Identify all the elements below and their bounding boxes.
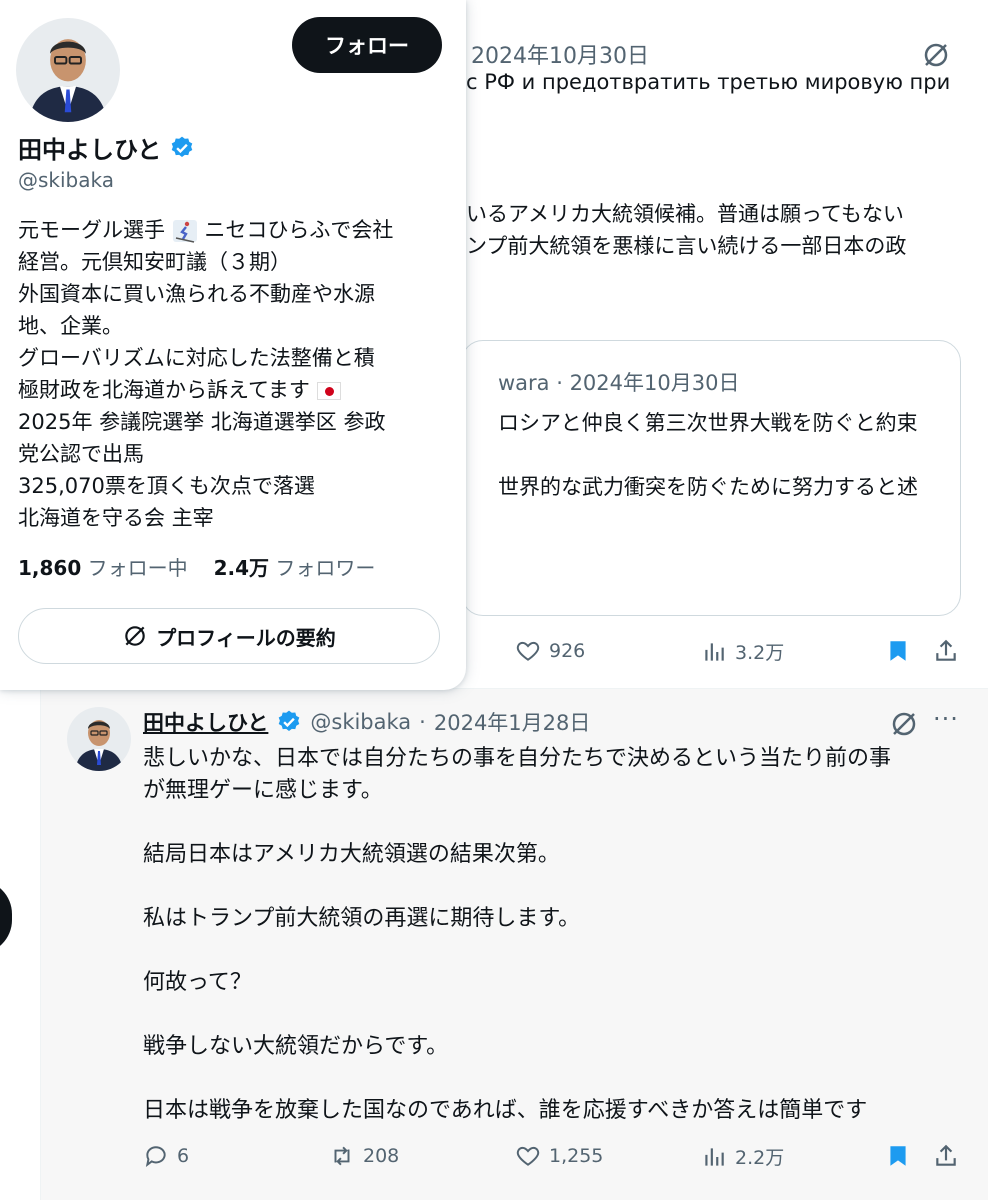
verified-badge-icon	[279, 710, 300, 731]
tweet-text-line: 悲しいかな、日本では自分たちの事を自分たちで決めるという当たり前の事	[143, 746, 892, 771]
followers-label: フォロワー	[275, 556, 376, 580]
tweet-text-line: ンプ前大統領を悪様に言い続ける一部日本の政	[466, 234, 907, 258]
skier-icon	[172, 220, 197, 243]
bio-text: 地、企業。	[18, 314, 123, 338]
like-count: 1,255	[549, 1145, 604, 1167]
followers-count: 2.4万	[213, 556, 270, 580]
tweet-text-line: с РФ и предотвратить третью мировую при	[466, 70, 951, 94]
quote-meta: wara · 2024年10月30日	[498, 371, 740, 395]
bio-text: 経営。元倶知安町議（３期）	[18, 250, 291, 274]
share-button[interactable]	[933, 1143, 959, 1169]
tweet-text-line	[143, 871, 973, 903]
share-icon	[936, 639, 956, 661]
tweet-text-line: いるアメリカ大統領候補。普通は願ってもない	[466, 202, 904, 226]
japan-flag-icon	[316, 382, 341, 400]
profile-name-text: 田中よしひと	[18, 136, 162, 164]
follow-button[interactable]: フォロー	[292, 17, 442, 73]
author-handle[interactable]: @skibaka	[310, 710, 411, 734]
tweet-text-line	[143, 1063, 973, 1095]
share-button[interactable]	[933, 638, 959, 664]
bookmark-button[interactable]	[885, 1143, 911, 1169]
views-count: 2.2万	[735, 1147, 785, 1169]
tweet-text-line	[143, 807, 973, 839]
tweet-text-line: 結局日本はアメリカ大統領選の結果次第。	[143, 842, 560, 867]
tweet-text-line: 私はトランプ前大統領の再選に期待します。	[143, 906, 581, 931]
profile-summary-button[interactable]: プロフィールの要約	[18, 608, 440, 664]
views-count: 3.2万	[735, 642, 785, 664]
avatar[interactable]	[67, 707, 131, 771]
grok-icon	[125, 626, 145, 646]
quote-text-line: 世界的な武力衝突を防ぐために努力すると述	[498, 475, 918, 499]
reply-icon	[145, 1146, 166, 1167]
quote-text-line: ロシアと仲良く第三次世界大戦を防ぐと約束	[498, 411, 918, 435]
bio-text: ニセコひらふで会社	[204, 218, 394, 242]
grok-icon[interactable]	[889, 709, 919, 739]
heart-icon	[516, 1146, 540, 1166]
reply-button[interactable]: 6	[143, 1143, 189, 1169]
bookmark-button[interactable]	[885, 638, 911, 664]
tweet-text-line	[143, 999, 973, 1031]
bio-text: 元モーグル選手	[18, 218, 165, 242]
tweet[interactable]: 田中よしひと @skibaka · 2024年1月28日 ··· 悲しいかな、日…	[40, 688, 988, 1200]
following-count: 1,860	[18, 556, 82, 580]
profile-stats: 1,860 フォロー中 2.4万 フォロワー	[18, 552, 375, 581]
repost-icon	[334, 1146, 350, 1166]
tweet-text-line: 戦争しない大統領だからです。	[143, 1034, 449, 1059]
separator: ·	[419, 710, 426, 734]
like-count: 926	[549, 640, 586, 662]
tweet-header: 田中よしひと @skibaka · 2024年1月28日	[143, 707, 590, 737]
avatar[interactable]	[16, 18, 120, 122]
verified-badge-icon	[171, 136, 193, 157]
repost-button[interactable]: 208	[329, 1143, 399, 1169]
grok-icon[interactable]	[921, 40, 951, 70]
profile-summary-label: プロフィールの要約	[156, 625, 336, 650]
tweet-text-line	[143, 935, 973, 967]
followers-link[interactable]: 2.4万 フォロワー	[214, 552, 376, 581]
profile-name[interactable]: 田中よしひと	[18, 130, 195, 165]
bio-text: 極財政を北海道から訴えてます	[18, 378, 310, 402]
profile-bio: 元モーグル選手 ニセコひらふで会社 経営。元倶知安町議（３期） 外国資本に買い漁…	[18, 214, 448, 534]
bookmark-icon	[890, 641, 906, 661]
share-icon	[936, 1144, 956, 1166]
bio-text: グローバリズムに対応した法整備と積	[18, 346, 375, 370]
like-button[interactable]: 926	[515, 638, 585, 664]
bio-text: 北海道を守る会 主宰	[18, 506, 214, 530]
repost-count: 208	[363, 1145, 400, 1167]
following-link[interactable]: 1,860 フォロー中	[18, 552, 188, 581]
tweet-text-line: 何故って？	[143, 970, 252, 995]
views-button[interactable]: 3.2万	[701, 638, 784, 665]
bio-text: 党公認で出馬	[18, 442, 144, 466]
bio-text: 2025年 参議院選挙 北海道選挙区 参政	[18, 410, 386, 434]
tweet-date[interactable]: 2024年10月30日	[471, 38, 649, 70]
tweet-text-line: が無理ゲーに感じます。	[143, 778, 383, 803]
more-icon[interactable]: ···	[933, 705, 959, 733]
views-button[interactable]: 2.2万	[701, 1143, 784, 1170]
profile-handle[interactable]: @skibaka	[18, 168, 114, 192]
profile-hover-card: フォロー 田中よしひと @skibaka 元モーグル選手 ニセコひらふで会社 経…	[0, 0, 466, 690]
bio-text: 325,070票を頂くも次点で落選	[18, 474, 315, 498]
views-icon	[705, 642, 724, 661]
tweet-text-line: 日本は戦争を放棄した国なのであれば、誰を応援すべきか答えは簡単です	[143, 1098, 868, 1123]
views-icon	[705, 1147, 724, 1166]
quoted-tweet[interactable]: wara · 2024年10月30日 ロシアと仲良く第三次世界大戦を防ぐと約束 …	[461, 340, 961, 616]
following-label: フォロー中	[87, 556, 188, 580]
floating-button-edge[interactable]	[0, 880, 12, 954]
tweet-body: 悲しいかな、日本では自分たちの事を自分たちで決めるという当たり前の事 が無理ゲー…	[143, 743, 973, 1127]
bio-text: 外国資本に買い漁られる不動産や水源	[18, 282, 375, 306]
bookmark-icon	[890, 1146, 906, 1166]
heart-icon	[516, 641, 540, 661]
tweet-date[interactable]: 2024年1月28日	[434, 707, 591, 737]
like-button[interactable]: 1,255	[515, 1143, 603, 1169]
reply-count: 6	[177, 1145, 190, 1167]
author-name[interactable]: 田中よしひと	[143, 707, 268, 737]
